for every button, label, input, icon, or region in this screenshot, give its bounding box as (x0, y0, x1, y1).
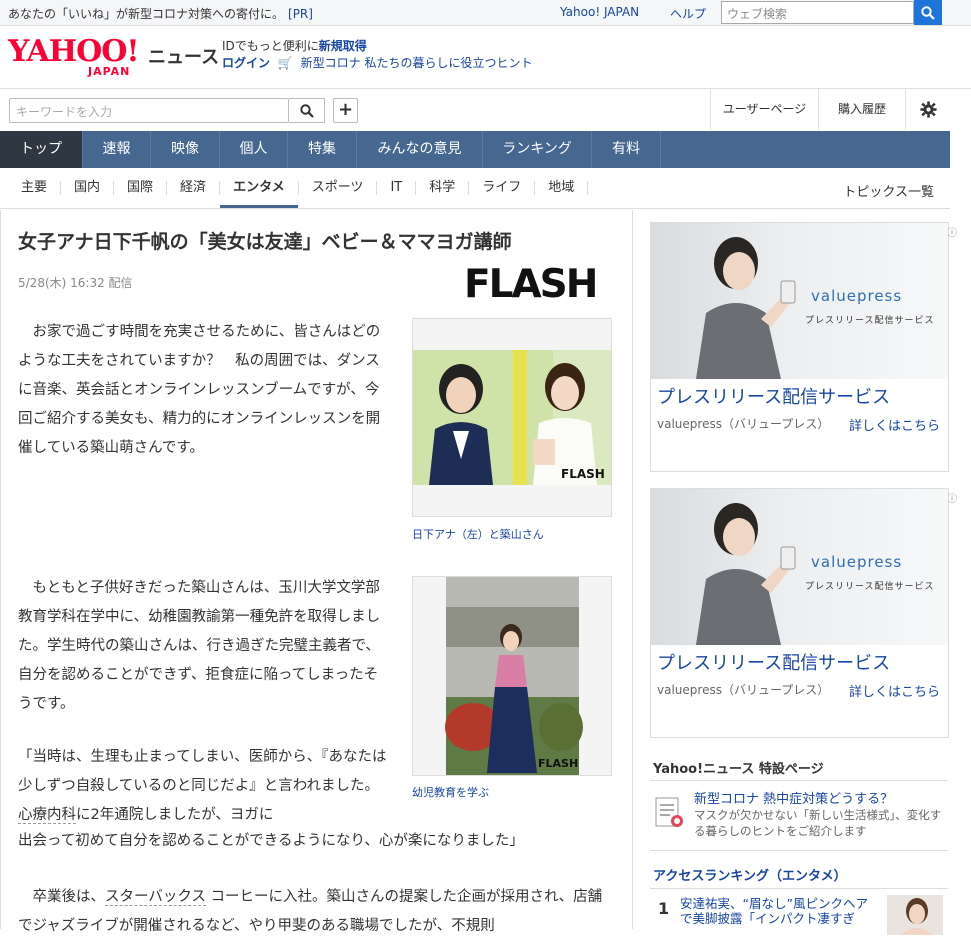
article-photo-1[interactable]: FLASH (412, 318, 612, 517)
logo-yahoo: YAHOO! (8, 34, 140, 69)
top-bar: あなたの「いいね」が新型コロナ対策への寄付に。 [PR] Yahoo! JAPAN… (0, 0, 971, 26)
divider (650, 888, 948, 889)
ad-more-link[interactable]: 詳しくはこちら (849, 681, 940, 700)
main-nav: トップ 速報 映像 個人 特集 みんなの意見 ランキング 有料 (0, 131, 950, 168)
web-search-input[interactable]: ウェブ検索 (721, 1, 914, 24)
covid-tips-link[interactable]: 新型コロナ 私たちの暮らしに役立つヒント (301, 56, 533, 70)
ad-brand: valuepress (811, 553, 903, 571)
ad-tagline: プレスリリース配信サービス (805, 316, 935, 326)
article-title: 女子アナ日下千帆の「美女は友達」ベビー＆ママヨガ講師 (18, 231, 512, 253)
tab-individual[interactable]: 個人 (220, 131, 288, 168)
user-page-link[interactable]: ユーザーページ (710, 89, 818, 130)
topics-list-link[interactable]: トピックス一覧 (843, 181, 934, 200)
ranking-heading[interactable]: アクセスランキング（エンタメ） (653, 865, 847, 884)
tab-opinion[interactable]: みんなの意見 (357, 131, 483, 168)
photo-image: FLASH (413, 577, 611, 775)
tab-breaking[interactable]: 速報 (83, 131, 151, 168)
site-header: YAHOO! JAPAN ニュース IDでもっと便利に新規取得 ログイン 🛒 新… (0, 27, 971, 87)
ad-banner[interactable]: ⓘ valuepress プレスリリース配信サービス プレスリリース配信サービス… (650, 222, 957, 472)
article-paragraph: 出会って初めて自分を認めることができるようになり、心が楽になりました」 (18, 833, 524, 849)
cart-icon: 🛒 (277, 56, 293, 70)
article-paragraph: 卒業後は、スターバックス コーヒーに入社。築山さんの提案した企画が採用され、店舗… (18, 889, 603, 934)
category-it[interactable]: IT (377, 181, 417, 195)
search-icon (921, 5, 935, 20)
ranking-number: 1 (658, 899, 670, 918)
search-icon (299, 103, 314, 118)
login-link[interactable]: ログイン (222, 56, 270, 70)
photo-image: FLASH (413, 319, 611, 516)
special-page-desc: マスクが欠かせない「新しい生活様式」、変化する暮らしのヒントをご紹介します (694, 808, 942, 838)
settings-button[interactable] (905, 89, 950, 130)
keyword-search-button[interactable] (289, 98, 325, 123)
tab-top[interactable]: トップ (0, 131, 83, 168)
special-page-link[interactable]: 新型コロナ 熱中症対策どうする？ (694, 788, 893, 807)
tab-feature[interactable]: 特集 (288, 131, 357, 168)
ad-source: valuepress（バリュープレス） (657, 683, 830, 697)
article-paragraph: お家で過ごす時間を充実させるために、皆さんはどのような工夫をされていますか？ 私… (18, 324, 381, 456)
category-nav: 主要 国内 国際 経済 エンタメ スポーツ IT 科学 ライフ 地域 トピックス… (0, 168, 950, 209)
category-entertainment[interactable]: エンタメ (220, 181, 299, 208)
ad-info-icon[interactable]: ⓘ (947, 224, 957, 239)
special-page-heading: Yahoo!ニュース 特設ページ (653, 762, 824, 777)
document-search-icon (655, 795, 685, 831)
pr-label: [PR] (288, 7, 313, 21)
category-domestic[interactable]: 国内 (61, 181, 115, 195)
svg-text:FLASH: FLASH (538, 757, 578, 770)
gear-icon (919, 101, 937, 118)
sidebar: ⓘ valuepress プレスリリース配信サービス プレスリリース配信サービス… (634, 210, 957, 935)
ad-brand: valuepress (811, 287, 903, 305)
ad-image (651, 223, 948, 379)
web-search-button[interactable] (914, 0, 942, 25)
article-paragraph: もともと子供好きだった築山さんは、玉川大学文学部教育学科在学中に、幼稚園教諭第一… (18, 580, 381, 712)
ad-title[interactable]: プレスリリース配信サービス (657, 649, 890, 675)
article-date: 5/28(木) 16:32 配信 (18, 276, 133, 290)
id-message: IDでもっと便利に新規取得 (222, 39, 367, 53)
category-life[interactable]: ライフ (469, 181, 536, 195)
divider (650, 850, 948, 851)
keyword-search-input[interactable]: キーワードを入力 (9, 98, 289, 123)
logo-news: ニュース (148, 47, 220, 68)
keyword-link-starbucks[interactable]: スターバックス (105, 889, 206, 906)
ad-banner[interactable]: ⓘ valuepress プレスリリース配信サービス プレスリリース配信サービス… (650, 488, 957, 738)
article: 女子アナ日下千帆の「美女は友達」ベビー＆ママヨガ講師 5/28(木) 16:32… (0, 210, 633, 934)
promo-link[interactable]: あなたの「いいね」が新型コロナ対策への寄付に。 [PR] (8, 5, 313, 22)
add-button[interactable]: + (333, 98, 358, 123)
ad-title[interactable]: プレスリリース配信サービス (657, 383, 890, 409)
keyword-link-psychosomatic[interactable]: 心療内科 (18, 807, 76, 824)
category-sports[interactable]: スポーツ (299, 181, 378, 195)
tab-video[interactable]: 映像 (151, 131, 220, 168)
divider (650, 780, 948, 781)
article-paragraph: 「当時は、生理も止まってしまい、医師から、『あなたは少しずつ自殺しているのと同じ… (18, 749, 387, 824)
ranking-item-link[interactable]: 安達祐実、“眉なし”風ピンクヘアで美脚披露「インパクト凄すぎ (680, 896, 870, 926)
search-row: キーワードを入力 + ユーザーページ 購入履歴 (0, 88, 971, 130)
ad-source: valuepress（バリュープレス） (657, 417, 830, 431)
ad-image (651, 489, 948, 645)
category-economy[interactable]: 経済 (167, 181, 221, 195)
ranking-thumbnail[interactable] (887, 895, 943, 935)
yahoo-japan-link[interactable]: Yahoo! JAPAN (560, 5, 639, 19)
category-main[interactable]: 主要 (8, 181, 62, 195)
tab-paid[interactable]: 有料 (592, 131, 661, 168)
photo-caption: 幼児教育を学ぶ (412, 786, 489, 799)
photo-caption: 日下アナ（左）と築山さん (412, 528, 544, 541)
yahoo-news-logo[interactable]: YAHOO! JAPAN ニュース (8, 34, 219, 79)
article-photo-2[interactable]: FLASH (412, 576, 612, 776)
category-local[interactable]: 地域 (535, 181, 589, 195)
flash-logo[interactable]: FLASH (464, 262, 598, 307)
svg-text:FLASH: FLASH (561, 467, 605, 481)
purchase-history-link[interactable]: 購入履歴 (818, 89, 905, 130)
help-link[interactable]: ヘルプ (670, 5, 706, 22)
category-science[interactable]: 科学 (416, 181, 470, 195)
register-link[interactable]: 新規取得 (319, 39, 367, 53)
tab-ranking[interactable]: ランキング (483, 131, 592, 168)
logo-japan: JAPAN (88, 65, 131, 78)
login-row: ログイン 🛒 新型コロナ 私たちの暮らしに役立つヒント (222, 54, 532, 71)
ad-more-link[interactable]: 詳しくはこちら (849, 415, 940, 434)
category-world[interactable]: 国際 (114, 181, 168, 195)
ad-tagline: プレスリリース配信サービス (805, 582, 935, 592)
ad-info-icon[interactable]: ⓘ (947, 490, 957, 505)
